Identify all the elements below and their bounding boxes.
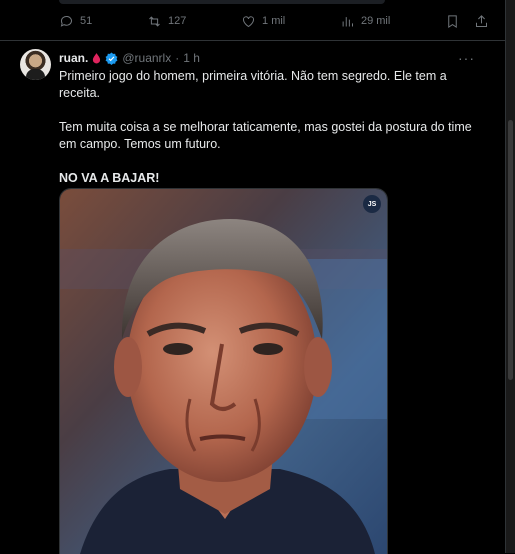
repost-button[interactable]: 127	[147, 14, 186, 29]
display-name[interactable]: ruan.	[59, 51, 88, 65]
portrait-image	[60, 189, 387, 554]
repost-count: 127	[167, 15, 187, 27]
bookmark-icon	[448, 14, 457, 28]
like-count: 1 mil	[262, 15, 286, 27]
post-divider	[0, 40, 505, 41]
header-separator: ·	[175, 51, 180, 65]
verified-badge-icon	[105, 52, 118, 65]
post-paragraph: Tem muita coisa a se melhorar taticament…	[59, 120, 476, 151]
views-button[interactable]: 29 mil	[340, 14, 390, 29]
reply-count: 51	[80, 15, 93, 27]
post-paragraph: Primeiro jogo do homem, primeira vitória…	[59, 69, 451, 100]
reply-icon	[60, 15, 72, 27]
post-header: ruan. @ruanrlx · 1 h	[59, 49, 200, 67]
avatar[interactable]	[20, 49, 51, 80]
blood-drop-icon	[93, 52, 101, 63]
post-image[interactable]: JS	[59, 188, 388, 554]
previous-post-actions: 51 127 1 mil 29 mil	[59, 8, 489, 34]
reply-button[interactable]: 51	[59, 14, 92, 29]
views-icon	[342, 16, 353, 26]
bookmark-button[interactable]	[445, 14, 460, 29]
post-time[interactable]: 1 h	[183, 51, 200, 65]
share-icon	[476, 14, 487, 27]
timeline: 51 127 1 mil 29 mil ruan. @ruanrlx · 1 h…	[0, 0, 506, 554]
share-button[interactable]	[474, 14, 489, 29]
media-watermark-badge: JS	[363, 195, 381, 213]
previous-post-media-edge	[59, 0, 385, 4]
like-button[interactable]: 1 mil	[241, 14, 285, 29]
scrollbar[interactable]	[506, 0, 515, 553]
heart-icon	[243, 15, 255, 27]
scrollbar-thumb[interactable]	[508, 120, 513, 380]
more-options-icon[interactable]: ···	[458, 50, 475, 66]
post-text: Primeiro jogo do homem, primeira vitória…	[59, 68, 479, 204]
views-count: 29 mil	[360, 15, 391, 27]
user-handle[interactable]: @ruanrlx	[122, 51, 171, 65]
repost-icon	[149, 15, 160, 27]
post-paragraph: NO VA A BAJAR!	[59, 171, 160, 185]
